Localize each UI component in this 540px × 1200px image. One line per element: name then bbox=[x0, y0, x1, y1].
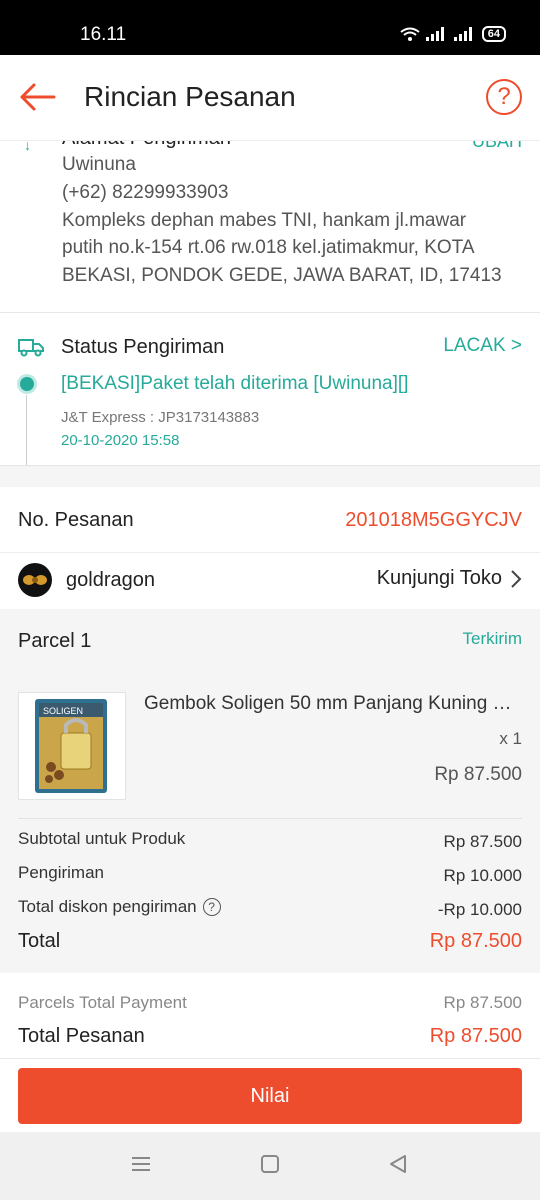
wifi-icon bbox=[400, 27, 420, 41]
summary-value: -Rp 10.000 bbox=[437, 900, 522, 919]
home-square-icon[interactable] bbox=[260, 1154, 280, 1174]
help-icon[interactable]: ? bbox=[486, 79, 522, 115]
package-brand-text: SOLIGEN bbox=[43, 706, 83, 716]
divider bbox=[18, 818, 522, 819]
shipping-carrier: J&T Express : JP3173143883 bbox=[61, 409, 260, 426]
summary-label: Subtotal untuk Produk bbox=[18, 829, 186, 848]
summary-label-row: Total diskon pengiriman ? bbox=[18, 897, 221, 917]
address-line: BEKASI, PONDOK GEDE, JAWA BARAT, ID, 174… bbox=[62, 265, 502, 286]
order-number-label: No. Pesanan bbox=[18, 509, 134, 531]
app-header: Rincian Pesanan ? bbox=[0, 55, 540, 141]
back-arrow-icon bbox=[20, 83, 56, 111]
parcels-total-value: Rp 87.500 bbox=[443, 993, 522, 1012]
summary-label: Pengiriman bbox=[18, 863, 104, 882]
address-title: Alamat Pengiriman bbox=[62, 141, 231, 150]
timeline-line bbox=[26, 395, 27, 465]
total-value: Rp 87.500 bbox=[429, 930, 522, 952]
address-line: Kompleks dephan mabes TNI, hankam jl.maw… bbox=[62, 210, 467, 231]
page-title: Rincian Pesanan bbox=[84, 81, 296, 112]
shipping-time: 20-10-2020 15:58 bbox=[61, 432, 180, 449]
timeline-dot bbox=[20, 377, 34, 391]
battery-indicator: 64 bbox=[481, 26, 506, 42]
product-name[interactable]: Gembok Soligen 50 mm Panjang Kuning Kunc… bbox=[144, 693, 522, 715]
summary-label: Total diskon pengiriman bbox=[18, 897, 197, 916]
shipping-event: [BEKASI]Paket telah diterima [Uwinuna][] bbox=[61, 373, 409, 394]
product-image[interactable]: SOLIGEN bbox=[18, 692, 126, 800]
order-total-value: Rp 87.500 bbox=[429, 1025, 522, 1047]
shop-name: goldragon bbox=[66, 569, 155, 591]
product-quantity: x 1 bbox=[499, 729, 522, 748]
shipping-title: Status Pengiriman bbox=[61, 336, 225, 358]
back-button[interactable] bbox=[18, 77, 58, 117]
menu-icon[interactable] bbox=[131, 1154, 151, 1174]
product-price: Rp 87.500 bbox=[434, 764, 522, 785]
parcel-status: Terkirim bbox=[462, 629, 523, 648]
order-total-label: Total Pesanan bbox=[18, 1025, 145, 1047]
summary-value: Rp 10.000 bbox=[443, 866, 522, 885]
visit-shop-label: Kunjungi Toko bbox=[376, 567, 502, 589]
summary-value: Rp 87.500 bbox=[443, 832, 522, 851]
shop-avatar bbox=[18, 563, 52, 597]
visit-shop-button[interactable]: Kunjungi Toko bbox=[377, 567, 522, 590]
address-section: ↓ Alamat Pengiriman UBAH Uwinuna (+62) 8… bbox=[0, 141, 540, 313]
parcels-total-label: Parcels Total Payment bbox=[18, 993, 187, 1012]
info-icon[interactable]: ? bbox=[202, 898, 221, 916]
shop-row[interactable]: goldragon Kunjungi Toko bbox=[0, 553, 540, 609]
signal-icon bbox=[453, 27, 472, 41]
system-nav-bar bbox=[0, 1132, 540, 1200]
recipient-name: Uwinuna bbox=[62, 154, 136, 175]
padlock-package-image: SOLIGEN bbox=[35, 699, 107, 793]
back-triangle-icon[interactable] bbox=[388, 1154, 408, 1174]
status-time: 16.11 bbox=[80, 24, 127, 45]
truck-icon bbox=[18, 339, 44, 357]
signal-icon bbox=[425, 27, 444, 41]
shipping-status-section[interactable]: Status Pengiriman LACAK > [BEKASI]Paket … bbox=[0, 313, 540, 465]
recipient-phone: (+62) 82299933903 bbox=[62, 182, 229, 203]
section-divider bbox=[0, 465, 540, 487]
status-bar: 16.11 64 bbox=[0, 0, 540, 55]
chevron-right-icon bbox=[511, 569, 522, 588]
total-label: Total bbox=[18, 930, 61, 952]
rate-button[interactable]: Nilai bbox=[18, 1068, 522, 1124]
edit-address-link[interactable]: UBAH bbox=[472, 141, 522, 152]
footer: Nilai bbox=[0, 1059, 540, 1132]
dragon-logo-icon bbox=[23, 575, 47, 585]
order-number[interactable]: 201018M5GGYCJV bbox=[345, 509, 522, 532]
parcel-title: Parcel 1 bbox=[18, 630, 92, 652]
payment-summary: Parcels Total Payment Rp 87.500 Total Pe… bbox=[0, 973, 540, 1059]
address-line: putih no.k-154 rt.06 rw.018 kel.jatimakm… bbox=[62, 237, 475, 258]
location-pin-icon: ↓ bbox=[24, 141, 31, 153]
order-number-row: No. Pesanan 201018M5GGYCJV bbox=[0, 487, 540, 553]
parcel-section: Parcel 1 Terkirim SOLIGEN Gembok Soligen… bbox=[0, 609, 540, 973]
track-link[interactable]: LACAK > bbox=[443, 335, 522, 357]
status-icons: 64 bbox=[400, 26, 506, 42]
